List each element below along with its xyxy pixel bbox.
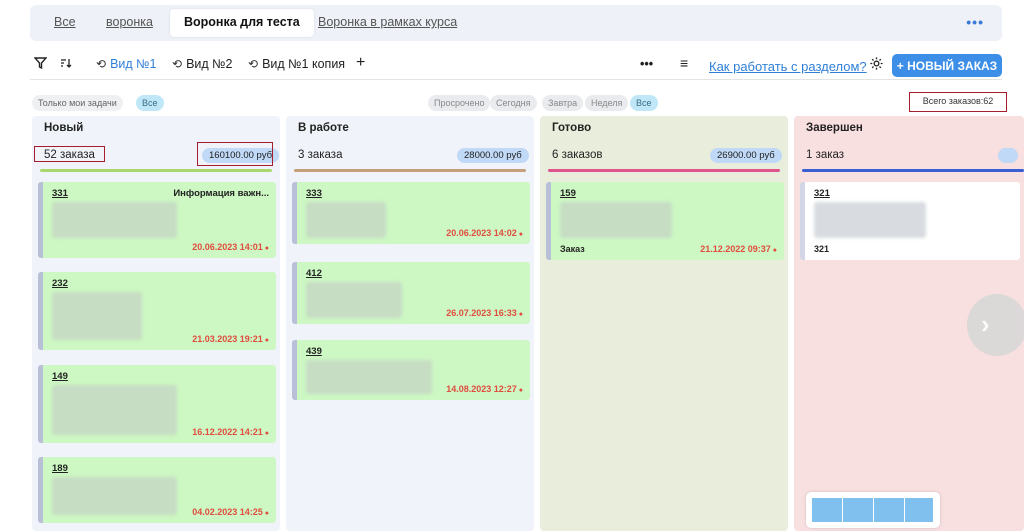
chevron-right-icon: › bbox=[981, 309, 990, 339]
funnel-tabs: Все воронка Воронка для теста Воронка в … bbox=[30, 5, 1002, 41]
chip-overdue[interactable]: Просрочено bbox=[428, 95, 491, 111]
order-card[interactable]: 189 04.02.2023 14:25 bbox=[38, 457, 276, 523]
column-in-progress: В работе 3 заказа 28000.00 руб 333 20.06… bbox=[286, 116, 534, 531]
column-sum bbox=[998, 148, 1018, 163]
column-title: В работе bbox=[298, 122, 349, 134]
column-title: Новый bbox=[44, 122, 84, 134]
order-number[interactable]: 333 bbox=[306, 188, 322, 199]
order-label: 321 bbox=[814, 244, 830, 254]
chip-all[interactable]: Все bbox=[630, 95, 658, 111]
order-number[interactable]: 321 bbox=[814, 188, 830, 199]
order-number[interactable]: 189 bbox=[52, 463, 68, 474]
column-color-line bbox=[802, 169, 1024, 172]
column-color-line bbox=[548, 169, 780, 172]
tab-funnel[interactable]: воронка bbox=[106, 15, 153, 29]
column-color-line bbox=[40, 169, 272, 172]
column-done: Готово 6 заказов 26900.00 руб 159 Заказ … bbox=[540, 116, 788, 531]
order-card[interactable]: 331 Информация важн... 20.06.2023 14:01 bbox=[38, 182, 276, 258]
order-date: 20.06.2023 14:02 bbox=[446, 228, 523, 238]
add-view-button[interactable]: + bbox=[356, 54, 365, 72]
order-number[interactable]: 149 bbox=[52, 371, 68, 382]
order-number[interactable]: 159 bbox=[560, 188, 576, 199]
tab-all[interactable]: Все bbox=[54, 15, 76, 29]
view-icon: ⟲ bbox=[248, 57, 259, 71]
view-label: Вид №1 bbox=[110, 57, 157, 71]
total-orders: Всего заказов:62 bbox=[909, 92, 1007, 112]
column-sum: 28000.00 руб bbox=[457, 148, 529, 163]
help-link[interactable]: Как работать с разделом? bbox=[709, 59, 867, 74]
order-number[interactable]: 232 bbox=[52, 278, 68, 289]
view-label: Вид №1 копия bbox=[262, 57, 346, 71]
order-date: 14.08.2023 12:27 bbox=[446, 384, 523, 394]
menu-icon[interactable]: ≡ bbox=[680, 55, 688, 71]
my-tasks-filter[interactable]: Только мои задачи bbox=[32, 95, 123, 111]
order-info: Информация важн... bbox=[173, 188, 269, 199]
sort-icon[interactable] bbox=[60, 57, 72, 69]
minimap-column bbox=[843, 498, 873, 522]
column-count: 6 заказов bbox=[552, 149, 603, 161]
order-date: 16.12.2022 14:21 bbox=[192, 427, 269, 437]
blurred-content bbox=[52, 385, 177, 435]
column-sum: 26900.00 руб bbox=[710, 148, 782, 163]
blurred-content bbox=[52, 292, 142, 340]
column-color-line bbox=[294, 169, 526, 172]
order-date: 04.02.2023 14:25 bbox=[192, 507, 269, 517]
column-title: Завершен bbox=[806, 122, 863, 134]
view-tab-copy[interactable]: ⟲ Вид №1 копия bbox=[248, 57, 345, 71]
order-card[interactable]: 159 Заказ 21.12.2022 09:37 bbox=[546, 182, 784, 260]
tab-test-funnel[interactable]: Воронка для теста bbox=[170, 9, 314, 37]
toolbar-more-button[interactable]: ••• bbox=[640, 57, 653, 71]
view-label: Вид №2 bbox=[186, 57, 233, 71]
blurred-content bbox=[306, 282, 402, 318]
order-date: 21.03.2023 19:21 bbox=[192, 334, 269, 344]
column-count: 3 заказа bbox=[298, 149, 343, 161]
order-date: 26.07.2023 16:33 bbox=[446, 308, 523, 318]
view-icon: ⟲ bbox=[96, 57, 107, 71]
toolbar: ⟲ Вид №1 ⟲ Вид №2 ⟲ Вид №1 копия + ••• ≡ Ка… bbox=[30, 52, 1002, 80]
order-card[interactable]: 439 14.08.2023 12:27 bbox=[292, 340, 530, 400]
all-filter[interactable]: Все bbox=[136, 95, 164, 111]
order-date: 20.06.2023 14:01 bbox=[192, 242, 269, 252]
blurred-content bbox=[52, 202, 177, 238]
minimap-column bbox=[812, 498, 842, 522]
order-card[interactable]: 321 321 bbox=[800, 182, 1020, 260]
view-tab-1[interactable]: ⟲ Вид №1 bbox=[96, 57, 157, 71]
blurred-content bbox=[52, 477, 177, 515]
order-label: Заказ bbox=[560, 244, 585, 254]
new-order-button[interactable]: + НОВЫЙ ЗАКАЗ bbox=[892, 54, 1002, 77]
tabs-more-button[interactable]: ••• bbox=[966, 14, 984, 30]
board-minimap[interactable] bbox=[806, 492, 940, 528]
minimap-column bbox=[874, 498, 904, 522]
order-card[interactable]: 232 21.03.2023 19:21 bbox=[38, 272, 276, 350]
order-date: 21.12.2022 09:37 bbox=[700, 244, 777, 254]
column-new: Новый 52 заказа 160100.00 руб 331 Информ… bbox=[32, 116, 280, 531]
blurred-content bbox=[306, 202, 386, 238]
gear-icon[interactable] bbox=[869, 56, 884, 71]
view-icon: ⟲ bbox=[172, 57, 183, 71]
blurred-content bbox=[560, 202, 672, 238]
order-number[interactable]: 412 bbox=[306, 268, 322, 279]
highlight-sum bbox=[197, 142, 273, 166]
order-card[interactable]: 412 26.07.2023 16:33 bbox=[292, 262, 530, 324]
chip-today[interactable]: Сегодня bbox=[490, 95, 537, 111]
tab-course-funnel[interactable]: Воронка в рамках курса bbox=[318, 15, 457, 29]
chip-tomorrow[interactable]: Завтра bbox=[542, 95, 584, 111]
column-title: Готово bbox=[552, 122, 592, 134]
column-count: 1 заказ bbox=[806, 149, 845, 161]
filter-icon[interactable] bbox=[34, 57, 47, 69]
view-tab-2[interactable]: ⟲ Вид №2 bbox=[172, 57, 233, 71]
blurred-content bbox=[306, 360, 432, 394]
order-number[interactable]: 439 bbox=[306, 346, 322, 357]
scroll-right-button[interactable]: › bbox=[967, 294, 1024, 356]
highlight-count bbox=[34, 146, 105, 162]
order-number[interactable]: 331 bbox=[52, 188, 68, 199]
order-card[interactable]: 149 16.12.2022 14:21 bbox=[38, 365, 276, 443]
chip-week[interactable]: Неделя bbox=[585, 95, 629, 111]
order-card[interactable]: 333 20.06.2023 14:02 bbox=[292, 182, 530, 244]
minimap-column bbox=[905, 498, 933, 522]
blurred-content bbox=[814, 202, 926, 238]
